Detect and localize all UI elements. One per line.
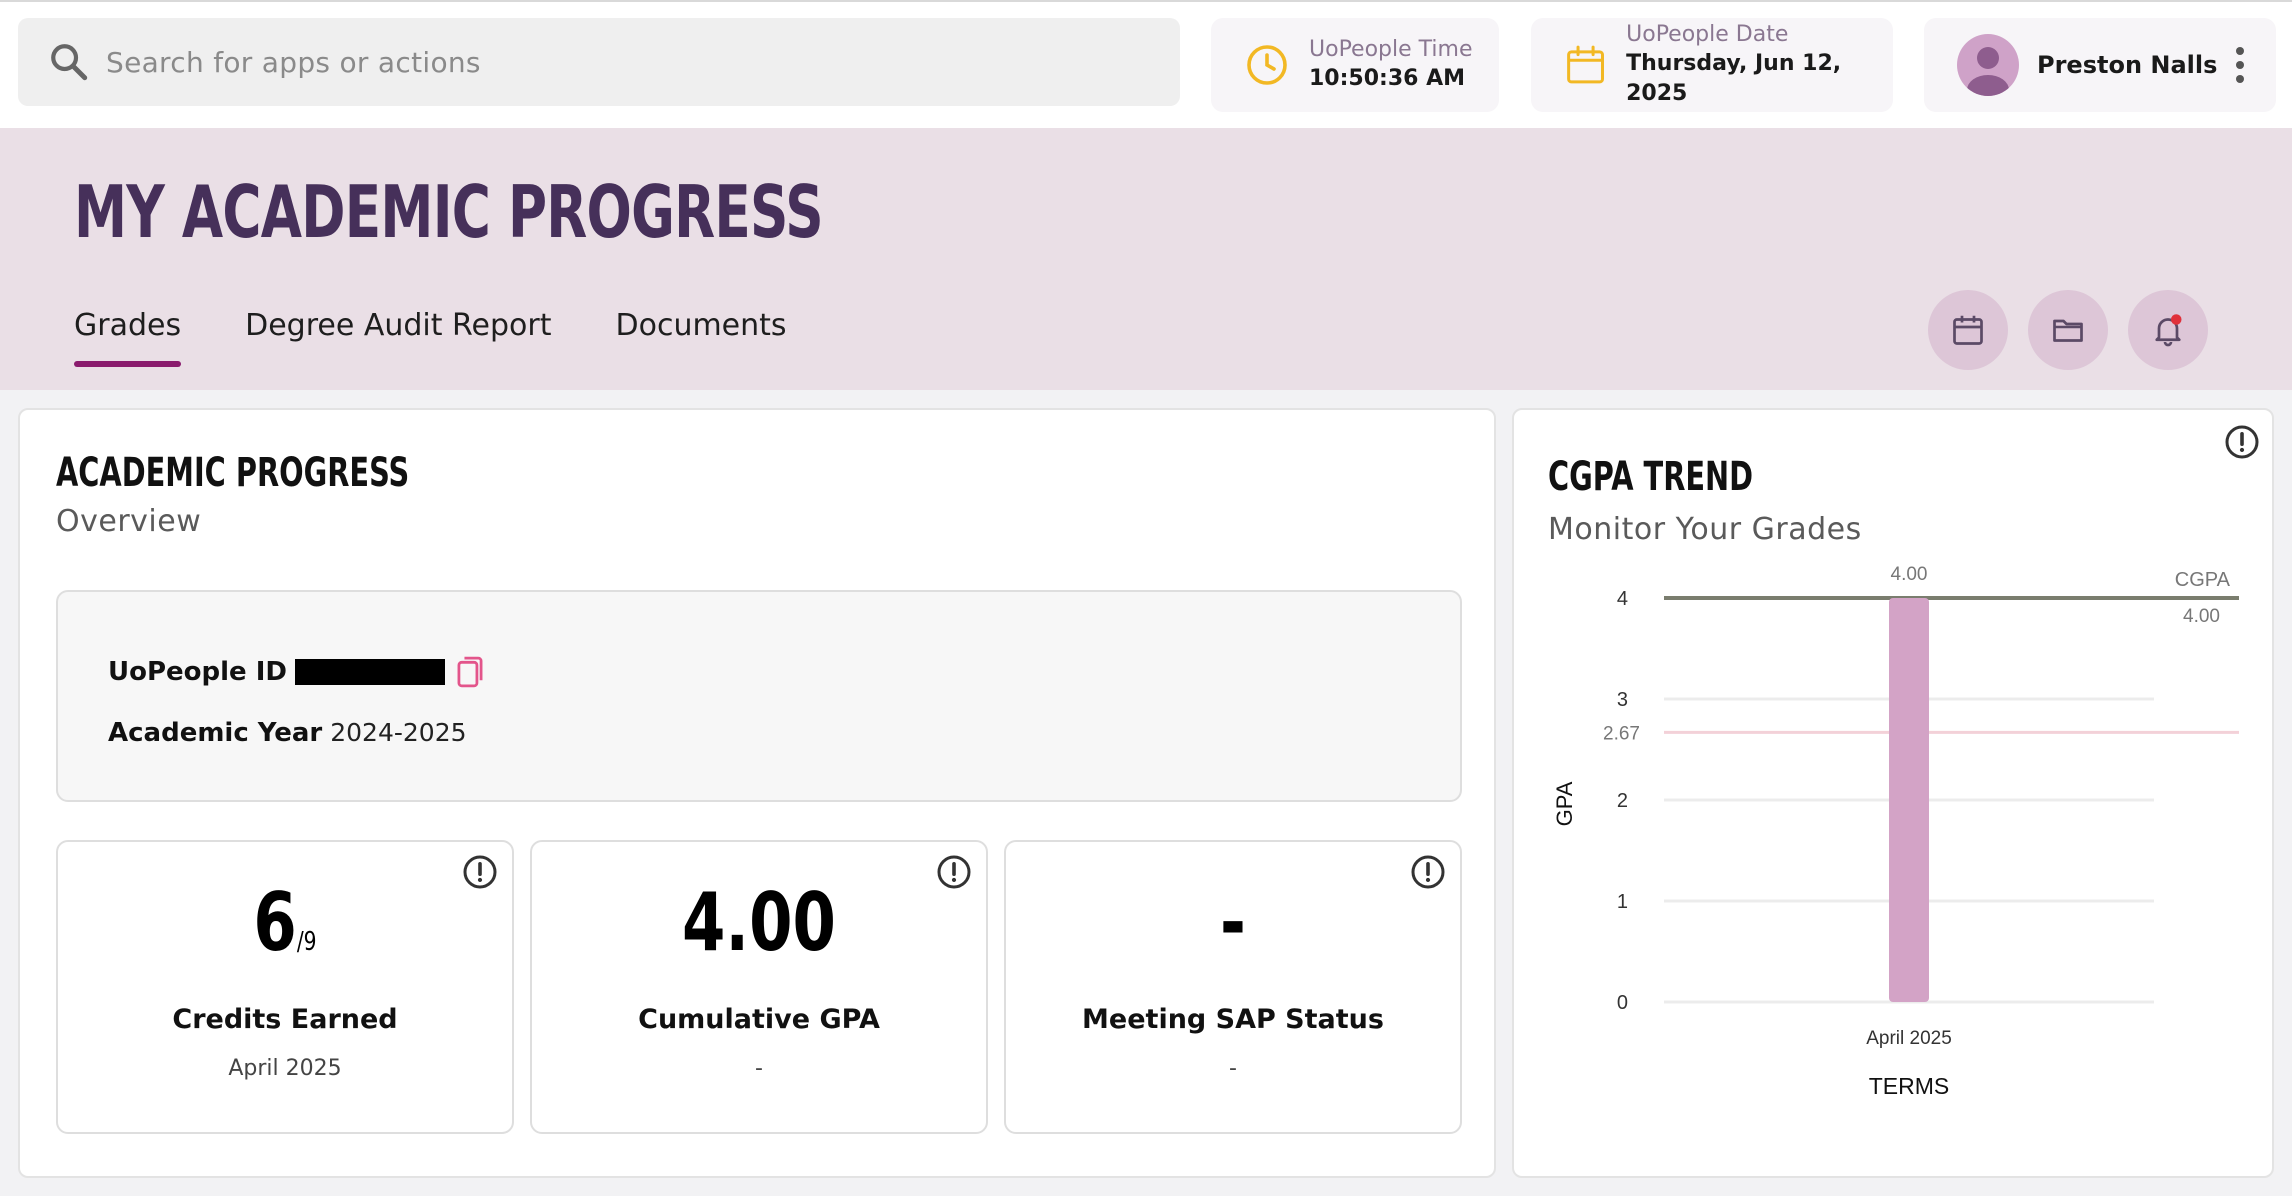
time-card: UoPeople Time 10:50:36 AM — [1211, 18, 1499, 112]
user-card[interactable]: Preston Nalls — [1924, 18, 2276, 112]
date-value: Thursday, Jun 12, 2025 — [1626, 51, 1842, 106]
calendar-button[interactable] — [1928, 290, 2008, 370]
notifications-button[interactable] — [2128, 290, 2208, 370]
user-name: Preston Nalls — [2037, 51, 2218, 79]
sap-sub: - — [1229, 1056, 1237, 1081]
sap-status-card: - Meeting SAP Status - — [1004, 840, 1462, 1134]
uopeople-id-label: UoPeople ID — [108, 657, 287, 687]
tab-documents[interactable]: Documents — [616, 308, 787, 365]
time-value: 10:50:36 AM — [1309, 66, 1466, 91]
academic-progress-subtitle: Overview — [56, 504, 202, 539]
reference-line-name: CGPA — [2175, 569, 2231, 591]
cgpa-trend-subtitle: Monitor Your Grades — [1548, 512, 1862, 547]
tab-grades[interactable]: Grades — [74, 308, 182, 367]
bar-data-label: 4.00 — [1891, 564, 1928, 585]
calendar-icon — [1953, 315, 1983, 345]
page-header: MY ACADEMIC PROGRESS Grades Degree Audit… — [0, 128, 2292, 390]
folder-icon — [2053, 319, 2083, 342]
y-axis-title: GPA — [1552, 781, 1577, 826]
clock-icon — [1247, 45, 1287, 85]
tab-bar: Grades Degree Audit Report Documents — [74, 308, 851, 367]
credits-term: April 2025 — [228, 1056, 342, 1081]
credits-earned-card: 6/9 Credits Earned April 2025 — [56, 840, 514, 1134]
y-tick-label: 0 — [1617, 992, 1628, 1014]
page-title: MY ACADEMIC PROGRESS — [74, 170, 824, 254]
copy-icon[interactable] — [453, 654, 487, 690]
academic-year-value: 2024-2025 — [330, 718, 467, 747]
credits-label: Credits Earned — [172, 1004, 398, 1035]
date-label: UoPeople Date — [1626, 22, 1789, 47]
gpa-label: Cumulative GPA — [638, 1004, 880, 1035]
bar — [1889, 598, 1929, 1002]
info-icon[interactable] — [936, 854, 972, 890]
academic-year-label: Academic Year — [108, 718, 323, 748]
folder-button[interactable] — [2028, 290, 2108, 370]
cgpa-trend-title: CGPA TREND — [1548, 454, 1754, 500]
date-card: UoPeople Date Thursday, Jun 12, 2025 — [1531, 18, 1893, 112]
x-axis-title: TERMS — [1869, 1073, 1950, 1099]
search-bar[interactable]: Search for apps or actions — [18, 18, 1180, 106]
info-icon[interactable] — [462, 854, 498, 890]
sap-label: Meeting SAP Status — [1082, 1004, 1384, 1035]
academic-progress-title: ACADEMIC PROGRESS — [56, 450, 410, 496]
y-tick-label: 3 — [1617, 689, 1628, 711]
kebab-menu-icon[interactable] — [2234, 45, 2246, 85]
tab-degree-audit-report[interactable]: Degree Audit Report — [245, 308, 551, 365]
student-info-box: UoPeople ID Academic Year 2024-2025 — [56, 590, 1462, 802]
gpa-sub: - — [755, 1056, 763, 1081]
sap-value: - — [1220, 876, 1246, 969]
cumulative-gpa-card: 4.00 Cumulative GPA - — [530, 840, 988, 1134]
x-tick-label: April 2025 — [1866, 1028, 1952, 1049]
calendar-icon — [1567, 45, 1604, 84]
cgpa-trend-panel: CGPA TREND Monitor Your Grades 0 1 2 3 4 CGPA… — [1512, 408, 2274, 1178]
search-input[interactable]: Search for apps or actions — [106, 46, 481, 79]
top-bar: Search for apps or actions UoPeople Time… — [0, 0, 2292, 128]
credits-total: /9 — [296, 927, 317, 957]
y-tick-label: 4 — [1617, 588, 1628, 610]
y-tick-label: 1 — [1617, 891, 1628, 913]
reference-line-label: 4.00 — [2183, 606, 2220, 627]
gpa-value: 4.00 — [682, 876, 836, 969]
redacted-id — [295, 659, 445, 685]
time-label: UoPeople Time — [1309, 37, 1473, 62]
info-icon[interactable] — [2224, 424, 2260, 460]
info-icon[interactable] — [1410, 854, 1446, 890]
academic-progress-panel: ACADEMIC PROGRESS Overview UoPeople ID A… — [18, 408, 1496, 1178]
cgpa-chart: 0 1 2 3 4 CGPA 4.00 2.67 4.00 April 2025 GPA TERMS — [1552, 564, 2239, 1099]
avatar-icon[interactable] — [1957, 34, 2019, 96]
bell-icon — [2155, 314, 2182, 347]
y-tick-label: 2 — [1617, 790, 1628, 812]
credits-value: 6/9 — [253, 876, 317, 969]
reference-line-label: 2.67 — [1603, 723, 1640, 744]
search-icon — [51, 44, 88, 81]
